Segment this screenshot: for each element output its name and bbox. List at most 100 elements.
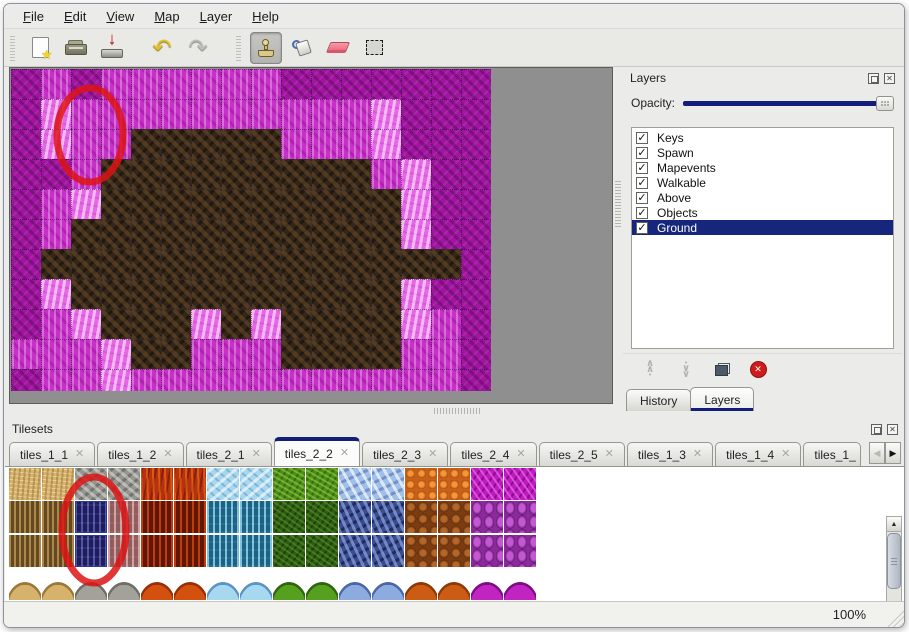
tileset-tile[interactable]: [306, 568, 339, 601]
map-tile[interactable]: [371, 249, 401, 279]
map-tile[interactable]: [281, 99, 311, 129]
tileset-tile[interactable]: [108, 501, 141, 534]
map-tile[interactable]: [281, 129, 311, 159]
map-tile[interactable]: [71, 249, 101, 279]
tileset-tab-tiles_2_2[interactable]: tiles_2_2✕: [274, 437, 360, 466]
tileset-tile[interactable]: [207, 468, 240, 501]
tileset-tab-tiles_2_3[interactable]: tiles_2_3✕: [362, 442, 448, 466]
map-tile[interactable]: [161, 249, 191, 279]
tileset-tile[interactable]: [471, 535, 504, 568]
tileset-tile[interactable]: [207, 535, 240, 568]
tileset-tile[interactable]: [306, 535, 339, 568]
map-tile[interactable]: [71, 99, 101, 129]
tileset-tile[interactable]: [9, 535, 42, 568]
map-tile[interactable]: [101, 129, 131, 159]
map-tile[interactable]: [341, 159, 371, 189]
menu-help[interactable]: Help: [243, 7, 288, 26]
tab-close-icon[interactable]: ✕: [163, 449, 172, 460]
opacity-slider[interactable]: [683, 95, 894, 111]
map-tile[interactable]: [281, 339, 311, 369]
map-tile[interactable]: [41, 189, 71, 219]
map-tile[interactable]: [101, 369, 131, 391]
map-tile[interactable]: [11, 159, 41, 189]
map-tile[interactable]: [221, 339, 251, 369]
duplicate-layer-button[interactable]: [711, 359, 733, 381]
layer-visibility-checkbox[interactable]: ✓: [636, 177, 648, 189]
tileset-tab-tiles_1_2[interactable]: tiles_1_2✕: [97, 442, 183, 466]
map-tile[interactable]: [401, 159, 431, 189]
tab-close-icon[interactable]: ✕: [340, 448, 349, 459]
map-tile[interactable]: [161, 339, 191, 369]
map-tile[interactable]: [71, 309, 101, 339]
layer-visibility-checkbox[interactable]: ✓: [636, 147, 648, 159]
map-tile[interactable]: [11, 189, 41, 219]
tileset-tile[interactable]: [372, 468, 405, 501]
tileset-tile[interactable]: [42, 568, 75, 601]
tileset-tile[interactable]: [504, 501, 537, 534]
tileset-tile[interactable]: [9, 568, 42, 601]
tileset-tile[interactable]: [75, 535, 108, 568]
map-tile[interactable]: [131, 99, 161, 129]
map-tile[interactable]: [251, 99, 281, 129]
map-tile[interactable]: [221, 309, 251, 339]
tileset-tile[interactable]: [42, 468, 75, 501]
tab-layers[interactable]: Layers: [690, 387, 754, 411]
map-tile[interactable]: [281, 219, 311, 249]
map-tile[interactable]: [101, 309, 131, 339]
map-tile[interactable]: [311, 99, 341, 129]
map-tile[interactable]: [311, 219, 341, 249]
map-tile[interactable]: [431, 99, 461, 129]
map-tile[interactable]: [131, 159, 161, 189]
map-tile[interactable]: [341, 279, 371, 309]
tab-close-icon[interactable]: ✕: [781, 449, 790, 460]
tileset-tile[interactable]: [471, 501, 504, 534]
map-tile[interactable]: [221, 99, 251, 129]
map-tile[interactable]: [401, 249, 431, 279]
toolbar-grip-2[interactable]: [236, 35, 241, 61]
tileset-tile[interactable]: [405, 468, 438, 501]
map-tile[interactable]: [131, 339, 161, 369]
map-tile[interactable]: [41, 69, 71, 99]
map-tile[interactable]: [401, 279, 431, 309]
close-panel-icon[interactable]: ✕: [884, 73, 895, 84]
tileset-tile[interactable]: [240, 468, 273, 501]
map-tile[interactable]: [341, 99, 371, 129]
tileset-tile[interactable]: [108, 468, 141, 501]
tileset-tab-tiles_2_4[interactable]: tiles_2_4✕: [450, 442, 536, 466]
menu-view[interactable]: View: [97, 7, 143, 26]
map-tile[interactable]: [371, 189, 401, 219]
map-tile[interactable]: [221, 129, 251, 159]
map-tile[interactable]: [251, 219, 281, 249]
map-tile[interactable]: [431, 69, 461, 99]
map-tile[interactable]: [221, 249, 251, 279]
tileset-tile[interactable]: [339, 501, 372, 534]
map-tile[interactable]: [371, 99, 401, 129]
map-tile[interactable]: [191, 249, 221, 279]
map-tile[interactable]: [281, 69, 311, 99]
map-tile[interactable]: [41, 99, 71, 129]
map-tile[interactable]: [341, 249, 371, 279]
map-tile[interactable]: [251, 249, 281, 279]
map-tile[interactable]: [371, 159, 401, 189]
tileset-tile[interactable]: [42, 535, 75, 568]
tab-close-icon[interactable]: ✕: [693, 449, 702, 460]
map-tile[interactable]: [341, 189, 371, 219]
map-tile[interactable]: [311, 369, 341, 391]
map-tile[interactable]: [131, 369, 161, 391]
map-tile[interactable]: [401, 99, 431, 129]
tileset-tile[interactable]: [9, 501, 42, 534]
map-tile[interactable]: [341, 369, 371, 391]
map-tile[interactable]: [371, 309, 401, 339]
rect-select-tool-button[interactable]: [358, 32, 390, 64]
map-tile[interactable]: [461, 219, 491, 249]
tileset-tile[interactable]: [273, 501, 306, 534]
tileset-tile[interactable]: [405, 501, 438, 534]
tab-close-icon[interactable]: ✕: [605, 449, 614, 460]
map-canvas[interactable]: [9, 67, 613, 404]
map-tile[interactable]: [191, 69, 221, 99]
tileset-tile[interactable]: [372, 535, 405, 568]
map-tile[interactable]: [101, 339, 131, 369]
map-tile[interactable]: [341, 219, 371, 249]
map-tile[interactable]: [161, 99, 191, 129]
map-tile[interactable]: [371, 369, 401, 391]
